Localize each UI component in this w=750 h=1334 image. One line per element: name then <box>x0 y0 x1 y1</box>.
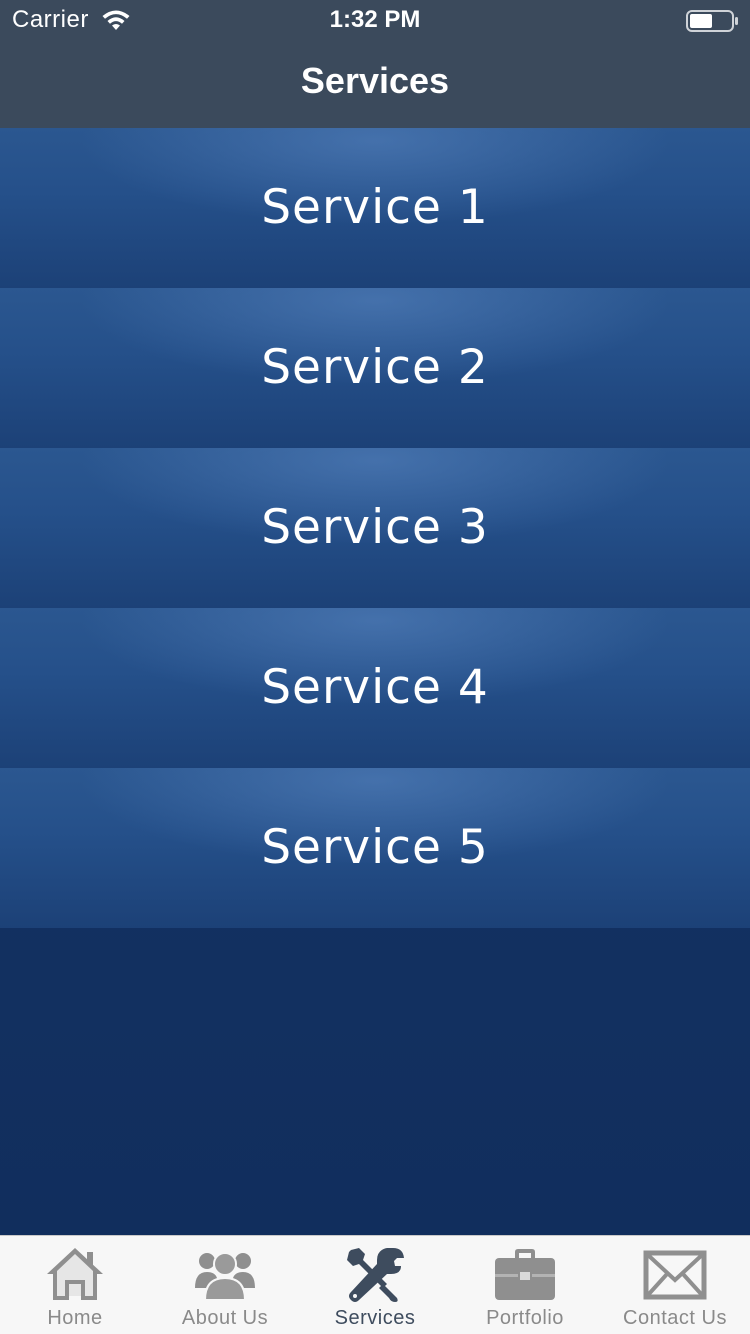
service-row-2[interactable]: Service 2 <box>0 288 750 448</box>
tab-label: Contact Us <box>623 1307 727 1329</box>
tab-bar: Home About Us Services Portfolio Contact… <box>0 1235 750 1334</box>
people-icon <box>195 1252 255 1301</box>
service-row-3[interactable]: Service 3 <box>0 448 750 608</box>
envelope-icon <box>643 1250 707 1300</box>
tab-about-us[interactable]: About Us <box>150 1236 300 1334</box>
services-screen: Carrier 1:32 PM Services Service 1 Servi… <box>0 0 750 1334</box>
status-bar: Carrier 1:32 PM <box>0 0 750 40</box>
tools-icon <box>347 1248 404 1302</box>
briefcase-icon <box>495 1249 555 1300</box>
service-label: Service 2 <box>261 339 489 395</box>
tab-label: Services <box>334 1307 416 1329</box>
service-row-4[interactable]: Service 4 <box>0 608 750 768</box>
services-list: Service 1 Service 2 Service 3 Service 4 … <box>0 128 750 1236</box>
service-row-1[interactable]: Service 1 <box>0 128 750 288</box>
tab-label: Portfolio <box>486 1307 564 1329</box>
status-time: 1:32 PM <box>329 6 421 33</box>
tab-contact-us[interactable]: Contact Us <box>600 1236 750 1334</box>
battery-icon <box>686 10 738 32</box>
tab-label: About Us <box>181 1307 269 1329</box>
service-label: Service 5 <box>261 819 489 875</box>
home-icon <box>47 1248 103 1300</box>
tab-home[interactable]: Home <box>0 1236 150 1334</box>
service-label: Service 4 <box>261 659 489 715</box>
tab-label: Home <box>47 1307 103 1329</box>
tab-services[interactable]: Services <box>300 1236 450 1334</box>
service-label: Service 3 <box>261 499 489 555</box>
page-title: Services <box>300 60 450 101</box>
service-label: Service 1 <box>261 179 489 235</box>
tab-portfolio[interactable]: Portfolio <box>450 1236 600 1334</box>
header: Carrier 1:32 PM Services <box>0 0 750 129</box>
service-row-5[interactable]: Service 5 <box>0 768 750 928</box>
